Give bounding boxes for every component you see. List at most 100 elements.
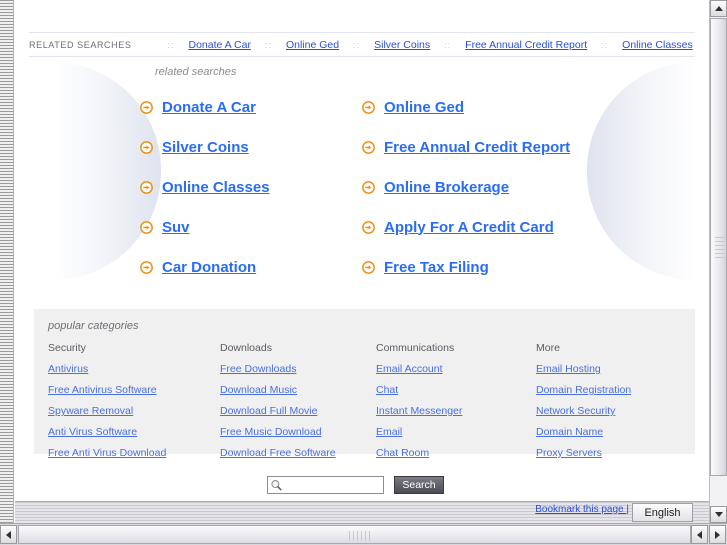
related-searches-heading: related searches: [155, 66, 237, 78]
category-heading: Communications: [376, 342, 455, 354]
vertical-scrollbar-thumb[interactable]: [710, 18, 727, 476]
language-select[interactable]: English: [632, 503, 693, 522]
category-link[interactable]: Free Downloads: [220, 363, 376, 375]
related-search-item[interactable]: Car Donation: [140, 247, 362, 287]
search-field-wrapper[interactable]: [267, 476, 384, 494]
category-link[interactable]: Antivirus: [48, 363, 220, 375]
category-link[interactable]: Download Full Movie: [220, 405, 376, 417]
related-search-link[interactable]: Suv: [162, 220, 190, 235]
related-search-link[interactable]: Apply For A Credit Card: [384, 220, 554, 235]
category-link[interactable]: Proxy Servers: [536, 447, 696, 459]
category-link[interactable]: Instant Messenger: [376, 405, 536, 417]
category-heading: Security: [48, 342, 86, 354]
top-link-online-classes[interactable]: Online Classes: [622, 39, 693, 51]
related-search-link[interactable]: Donate A Car: [162, 100, 256, 115]
scroll-left-step-button[interactable]: [691, 525, 708, 544]
category-link[interactable]: Download Free Software: [220, 447, 376, 459]
related-search-item[interactable]: Free Annual Credit Report: [362, 127, 600, 167]
category-column-more: More Email Hosting Domain Registration N…: [536, 342, 696, 468]
related-search-item[interactable]: Free Tax Filing: [362, 247, 600, 287]
scroll-down-button[interactable]: [710, 506, 727, 523]
scroll-right-step-button[interactable]: [709, 525, 726, 544]
related-search-link[interactable]: Free Annual Credit Report: [384, 140, 570, 155]
scroll-up-button[interactable]: [710, 0, 727, 17]
related-search-item[interactable]: Donate A Car: [140, 87, 362, 127]
arrow-circle-right-icon: [362, 100, 375, 114]
separator: ::: [601, 39, 609, 50]
category-heading: More: [536, 342, 560, 354]
related-search-link[interactable]: Online Ged: [384, 100, 464, 115]
separator: ::: [264, 39, 272, 50]
related-search-item[interactable]: Silver Coins: [140, 127, 362, 167]
related-search-link[interactable]: Silver Coins: [162, 140, 249, 155]
top-link-silver-coins[interactable]: Silver Coins: [374, 39, 430, 51]
status-bar: Bookmark this page | English: [15, 501, 709, 523]
arrow-circle-right-icon: [362, 180, 375, 194]
category-link[interactable]: Domain Registration: [536, 384, 696, 396]
search-form: Search: [267, 476, 444, 494]
category-column-downloads: Downloads Free Downloads Download Music …: [220, 342, 376, 468]
left-edge-decoration: [0, 0, 14, 523]
decorative-arc-right: [587, 62, 695, 280]
category-link[interactable]: Free Antivirus Software: [48, 384, 220, 396]
top-link-donate-a-car[interactable]: Donate A Car: [188, 39, 250, 51]
category-link[interactable]: Chat Room: [376, 447, 536, 459]
related-search-item[interactable]: Online Classes: [140, 167, 362, 207]
related-search-link[interactable]: Car Donation: [162, 260, 256, 275]
search-button[interactable]: Search: [394, 476, 444, 494]
category-link[interactable]: Spyware Removal: [48, 405, 220, 417]
related-searches-main: related searches Donate A Car Online Ged…: [140, 66, 600, 287]
horizontal-scrollbar[interactable]: [0, 523, 727, 545]
related-searches-top-links: :: Donate A Car :: Online Ged :: Silver …: [153, 39, 695, 51]
arrow-circle-right-icon: [140, 180, 153, 194]
related-search-link[interactable]: Online Classes: [162, 180, 270, 195]
horizontal-scrollbar-thumb[interactable]: [18, 525, 691, 544]
related-searches-label: RELATED SEARCHES: [29, 39, 132, 50]
category-link[interactable]: Network Security: [536, 405, 696, 417]
category-column-security: Security Antivirus Free Antivirus Softwa…: [48, 342, 220, 468]
category-heading: Downloads: [220, 342, 272, 354]
arrow-circle-right-icon: [140, 140, 153, 154]
category-link[interactable]: Domain Name: [536, 426, 696, 438]
related-search-item[interactable]: Online Brokerage: [362, 167, 600, 207]
related-search-item[interactable]: Suv: [140, 207, 362, 247]
triangle-right-icon: [715, 530, 720, 539]
category-link[interactable]: Download Music: [220, 384, 376, 396]
triangle-up-icon: [714, 6, 723, 11]
category-link[interactable]: Anti Virus Software: [48, 426, 220, 438]
separator: ::: [167, 39, 175, 50]
browser-viewport: RELATED SEARCHES :: Donate A Car :: Onli…: [0, 0, 727, 545]
category-link[interactable]: Email: [376, 426, 536, 438]
category-link[interactable]: Free Anti Virus Download: [48, 447, 220, 459]
separator: ::: [444, 39, 452, 50]
category-link[interactable]: Chat: [376, 384, 536, 396]
related-search-item[interactable]: Online Ged: [362, 87, 600, 127]
search-input[interactable]: [283, 477, 383, 493]
page-content-area: RELATED SEARCHES :: Donate A Car :: Onli…: [15, 0, 709, 523]
related-searches-grid: Donate A Car Online Ged Silver Coins Fre…: [140, 87, 600, 287]
triangle-down-icon: [714, 512, 723, 517]
scrollbar-grip: [349, 531, 373, 541]
related-search-link[interactable]: Free Tax Filing: [384, 260, 489, 275]
triangle-left-icon: [697, 530, 702, 539]
arrow-circle-right-icon: [362, 220, 375, 234]
arrow-circle-right-icon: [362, 260, 375, 274]
popular-categories-heading: popular categories: [48, 320, 139, 332]
arrow-circle-right-icon: [140, 220, 153, 234]
bookmark-this-page-link[interactable]: Bookmark this page |: [535, 504, 629, 515]
related-search-item[interactable]: Apply For A Credit Card: [362, 207, 600, 247]
popular-categories-grid: Security Antivirus Free Antivirus Softwa…: [48, 342, 695, 468]
separator: ::: [353, 39, 361, 50]
related-search-link[interactable]: Online Brokerage: [384, 180, 509, 195]
magnifier-icon: [271, 479, 282, 490]
popular-categories-panel: popular categories Security Antivirus Fr…: [34, 309, 695, 459]
category-link[interactable]: Email Hosting: [536, 363, 696, 375]
top-link-free-annual-credit-report[interactable]: Free Annual Credit Report: [465, 39, 587, 51]
category-link[interactable]: Email Account: [376, 363, 536, 375]
triangle-left-icon: [6, 530, 11, 539]
category-link[interactable]: Free Music Download: [220, 426, 376, 438]
top-link-online-ged[interactable]: Online Ged: [286, 39, 339, 51]
scroll-left-button[interactable]: [0, 525, 17, 544]
vertical-scrollbar[interactable]: [709, 0, 727, 523]
related-searches-top-bar: RELATED SEARCHES :: Donate A Car :: Onli…: [29, 32, 695, 57]
